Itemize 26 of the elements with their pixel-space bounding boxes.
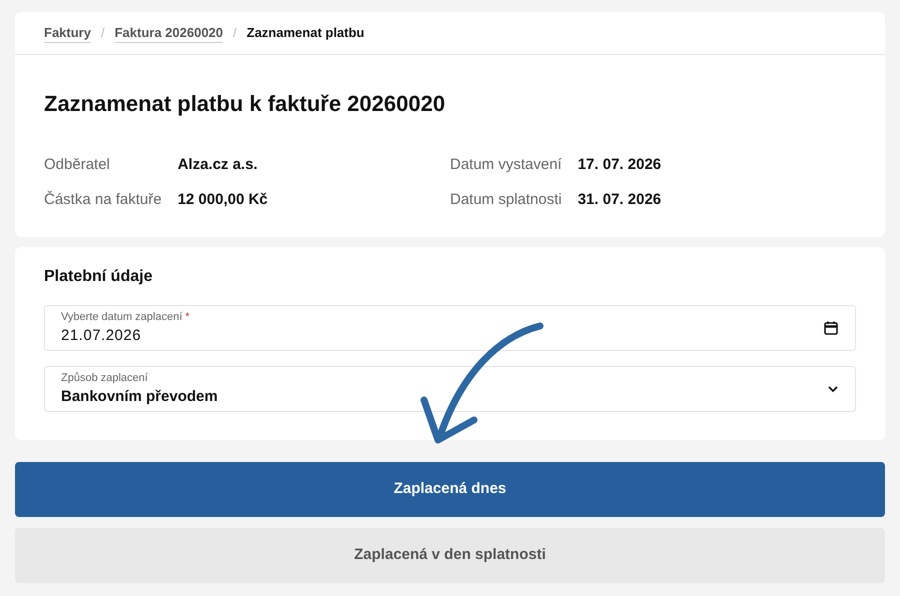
secondary-button[interactable]: Zaplacená v den splatnosti: [15, 528, 885, 583]
calendar-icon[interactable]: [823, 320, 839, 336]
date-field[interactable]: Vyberte datum zaplacení * 21.07.2026: [44, 305, 856, 351]
field-value: 21.07.2026: [61, 326, 142, 346]
detail-label: Datum splatnosti: [450, 190, 562, 210]
breadcrumb-link[interactable]: Faktury: [44, 22, 91, 44]
detail-label: Částka na faktuře: [44, 190, 162, 210]
section-heading: Platební údaje: [44, 267, 154, 287]
chevron-down-icon[interactable]: [827, 385, 839, 393]
breadcrumb-link[interactable]: Faktura 20260020: [114, 22, 224, 44]
field-label: Způsob zaplacení: [61, 370, 148, 386]
breadcrumb-separator: /: [233, 24, 237, 42]
primary-button[interactable]: Zaplacená dnes: [15, 462, 885, 517]
field-value: Bankovním převodem: [61, 387, 218, 407]
required-marker: *: [185, 310, 190, 324]
breadcrumb-current: Zaznamenat platbu: [246, 24, 364, 42]
detail-label: Datum vystavení: [450, 155, 562, 175]
detail-value: 17. 07. 2026: [578, 155, 662, 175]
detail-value: 31. 07. 2026: [578, 190, 662, 210]
detail-value: 12 000,00 Kč: [178, 190, 269, 210]
breadcrumb-separator: /: [100, 24, 105, 42]
detail-label: Odběratel: [44, 155, 111, 175]
detail-value: Alza.cz a.s.: [178, 155, 259, 175]
select-field[interactable]: Způsob zaplacení Bankovním převodem: [44, 366, 856, 412]
page-title: Zaznamenat platbu k faktuře 20260020: [44, 90, 446, 118]
field-label: Vyberte datum zaplacení: [61, 310, 182, 324]
